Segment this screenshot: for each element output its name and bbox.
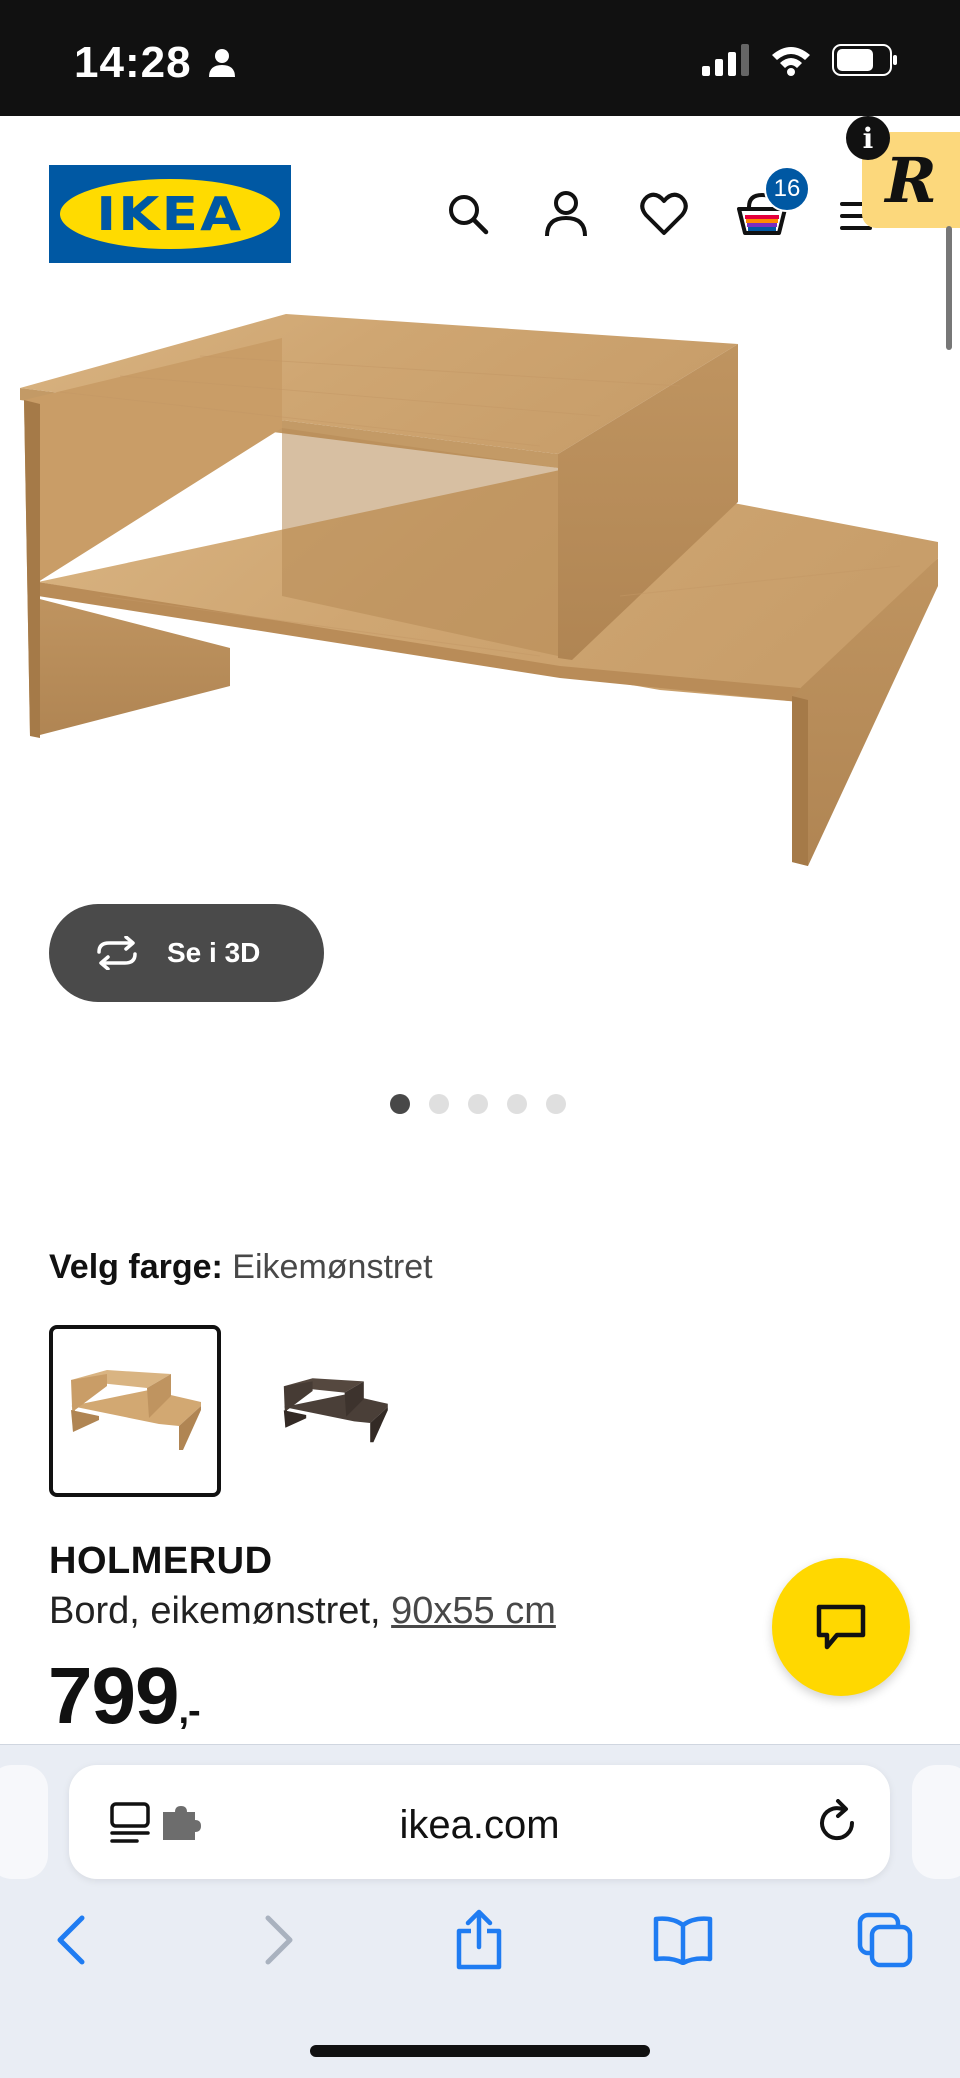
gallery-dot[interactable]	[390, 1094, 410, 1114]
view-3d-button[interactable]: Se i 3D	[49, 904, 324, 1002]
selected-color: Eikemønstret	[232, 1248, 433, 1286]
product-image[interactable]	[0, 296, 960, 896]
search-icon[interactable]	[440, 186, 496, 242]
account-icon[interactable]	[538, 186, 594, 242]
next-tab-preview[interactable]	[912, 1765, 960, 1879]
product-size-link[interactable]: 90x55 cm	[391, 1590, 556, 1632]
home-indicator[interactable]	[310, 2045, 650, 2057]
gallery-dot[interactable]	[546, 1094, 566, 1114]
info-icon[interactable]: i	[846, 116, 890, 160]
status-bar: 14:28	[0, 0, 960, 116]
color-swatch-oak[interactable]	[49, 1325, 221, 1497]
rotate-3d-icon	[97, 936, 137, 970]
status-indicators	[702, 44, 898, 76]
product-price: 799,-	[48, 1650, 201, 1742]
forward-icon[interactable]	[244, 1905, 314, 1975]
gallery-dot[interactable]	[429, 1094, 449, 1114]
price-integer: 799	[48, 1651, 179, 1740]
gallery-dot[interactable]	[507, 1094, 527, 1114]
gallery-dot[interactable]	[468, 1094, 488, 1114]
back-icon[interactable]	[36, 1905, 106, 1975]
color-label: Velg farge:	[49, 1248, 223, 1286]
person-icon	[209, 49, 235, 77]
tabs-icon[interactable]	[850, 1905, 920, 1975]
previous-tab-preview[interactable]	[0, 1765, 48, 1879]
status-time: 14:28	[74, 38, 192, 87]
color-picker-label: Velg farge: Eikemønstret	[49, 1248, 433, 1287]
product-name: HOLMERUD	[49, 1540, 273, 1582]
wifi-icon	[772, 47, 810, 76]
chat-button[interactable]	[772, 1558, 910, 1696]
share-icon[interactable]	[444, 1905, 514, 1975]
site-header: IKEA 16	[0, 116, 960, 296]
view-3d-label: Se i 3D	[167, 937, 261, 968]
chat-icon	[816, 1604, 866, 1650]
address-bar[interactable]: ikea.com	[69, 1765, 890, 1879]
color-swatch-dark[interactable]	[249, 1325, 421, 1497]
reload-icon[interactable]	[816, 1799, 858, 1845]
battery-icon	[832, 44, 897, 76]
product-description: Bord, eikemønstret, 90x55 cm	[49, 1590, 556, 1633]
browser-chrome: ikea.com	[0, 1744, 960, 2078]
browser-toolbar	[0, 1905, 960, 1985]
heart-icon[interactable]	[636, 186, 692, 242]
ikea-logo[interactable]: IKEA	[49, 165, 291, 263]
price-suffix: ,-	[178, 1690, 200, 1732]
cart-count-badge: 16	[764, 166, 810, 212]
logo-text: IKEA	[96, 187, 244, 241]
product-type: Bord, eikemønstret,	[49, 1590, 381, 1632]
gallery-pagination	[390, 1094, 566, 1114]
url-text: ikea.com	[399, 1803, 560, 1847]
bookmarks-icon[interactable]	[648, 1905, 718, 1975]
cellular-signal-icon	[702, 44, 749, 76]
